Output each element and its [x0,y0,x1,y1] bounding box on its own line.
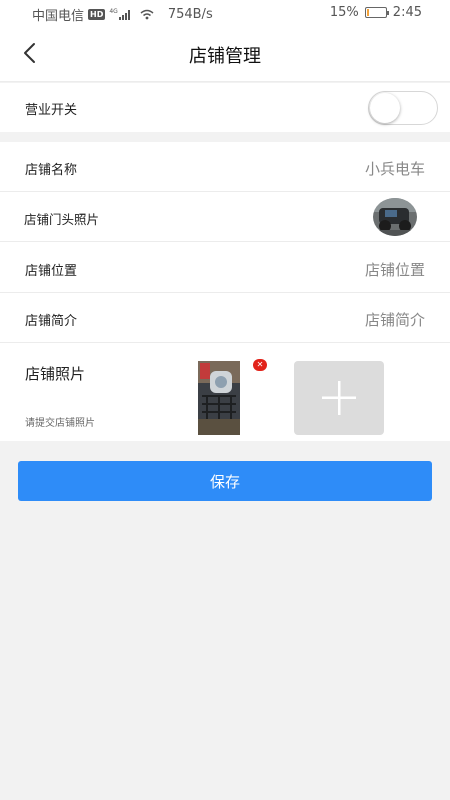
toggle-knob [370,93,400,123]
signal-icon: 4G [109,8,130,20]
add-photo-button[interactable] [294,361,384,435]
nav-bar: 店铺管理 [0,26,450,82]
hd-badge: HD [88,9,106,20]
shop-intro-value: 店铺简介 [364,311,425,329]
save-button[interactable]: 保存 [18,461,432,501]
storefront-photo-row[interactable]: 店铺门头照片 [0,192,450,242]
remove-photo-button[interactable]: ✕ [253,359,267,371]
business-switch-toggle[interactable] [368,91,438,125]
carrier-name: 中国电信 [32,9,85,24]
clock: 2:45 [392,5,422,20]
shop-photos-section: 店铺照片 请提交店铺照片 ✕ [0,343,450,441]
shop-photo-thumbnail[interactable] [198,361,240,435]
shop-location-label: 店铺位置 [25,264,78,279]
status-bar-right: 15% 2:45 [330,5,422,20]
battery-icon [364,7,389,18]
shop-location-value: 店铺位置 [364,261,425,279]
signal-type: 4G [109,8,118,15]
status-bar-left: 中国电信 HD 4G 754B/s [32,5,213,24]
close-icon: ✕ [256,360,264,369]
shop-name-label: 店铺名称 [25,163,78,178]
business-switch-label: 营业开关 [25,103,78,118]
battery-percent: 15% [329,5,359,20]
storefront-photo-label: 店铺门头照片 [24,212,100,227]
shop-name-row[interactable]: 店铺名称 小兵电车 [0,142,450,192]
page-title: 店铺管理 [189,46,261,67]
shop-photos-title: 店铺照片 [25,365,86,383]
shop-intro-row[interactable]: 店铺简介 店铺简介 [0,293,450,343]
shop-name-value: 小兵电车 [364,160,425,178]
battery-fill [366,9,370,16]
shop-location-row[interactable]: 店铺位置 店铺位置 [0,242,450,293]
status-bar: 中国电信 HD 4G 754B/s 15% 2:45 [0,0,450,26]
business-switch-row: 营业开关 [0,83,450,132]
shop-intro-label: 店铺简介 [25,314,78,329]
storefront-photo-thumbnail[interactable] [373,198,417,236]
wifi-icon [140,9,154,20]
shop-photos-hint: 请提交店铺照片 [25,418,95,429]
network-speed: 754B/s [167,7,213,22]
plus-icon [320,379,358,417]
